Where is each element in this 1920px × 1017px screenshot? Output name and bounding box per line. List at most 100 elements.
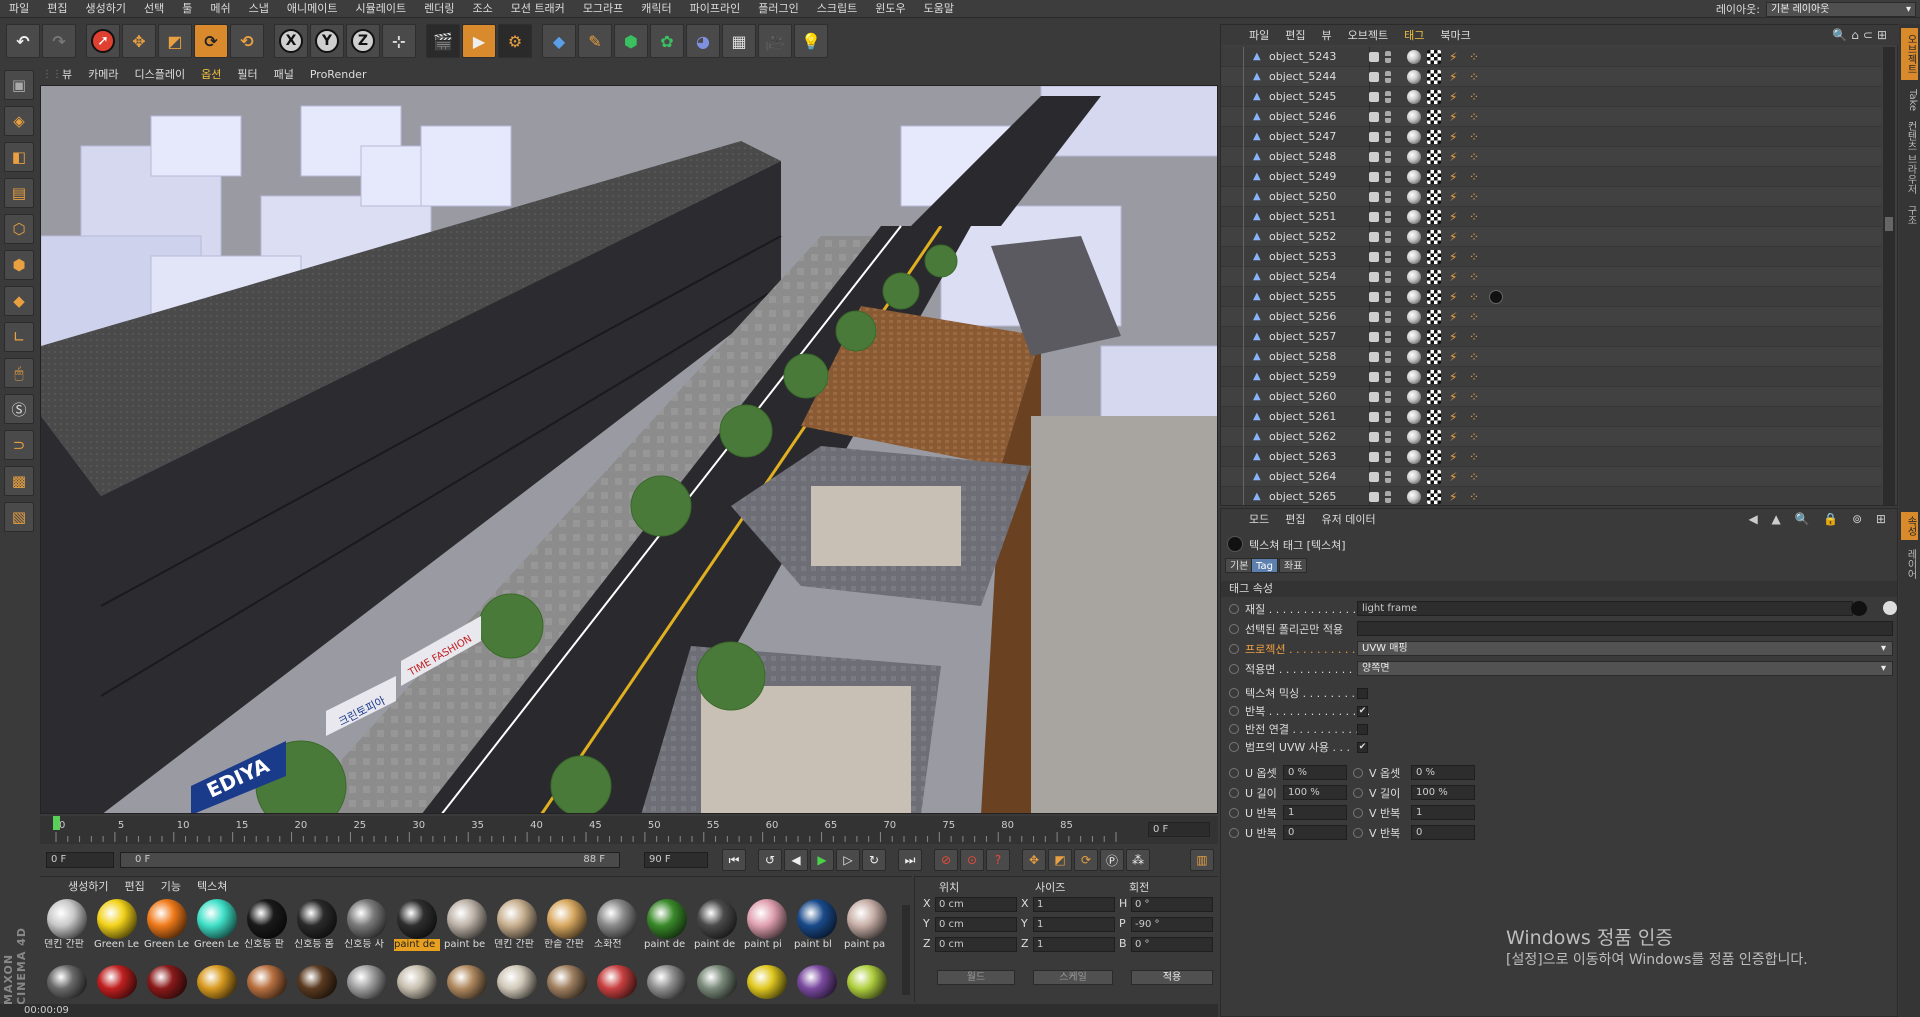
material-swatch[interactable] [744, 965, 790, 1001]
attribute-subtab[interactable]: 좌표 [1279, 558, 1308, 573]
viewport-menu-item[interactable]: 필터 [229, 66, 265, 82]
menu-item[interactable]: 선택 [135, 0, 173, 18]
visibility-dots-icon[interactable] [1385, 271, 1391, 283]
uvw-tag-icon[interactable] [1427, 110, 1441, 124]
v-tile-field[interactable]: 1 [1411, 805, 1475, 820]
object-row[interactable]: ▲ object_5262 ⚡ ⁘ [1221, 427, 1881, 447]
seamless-checkbox[interactable] [1357, 724, 1368, 735]
visibility-dots-icon[interactable] [1385, 71, 1391, 83]
material-swatch[interactable]: paint pa [844, 899, 890, 955]
timeline[interactable]: 0 5 10 15 20 25 30 35 40 45 50 55 60 65 70 75 80 85 0 F [40, 816, 1218, 844]
menu-item[interactable]: 툴 [173, 0, 201, 18]
material-swatch[interactable]: Green Le [94, 899, 140, 955]
material-swatch[interactable] [694, 965, 740, 1001]
xpresso-tag-icon[interactable]: ⁘ [1469, 290, 1483, 304]
object-menu-item[interactable]: 편집 [1277, 27, 1313, 43]
object-menu-item[interactable]: 오브젝트 [1340, 27, 1396, 43]
object-row[interactable]: ▲ object_5244 ⚡ ⁘ [1221, 67, 1881, 87]
axis-mode-button[interactable]: ∟ [4, 322, 34, 352]
material-tag-icon[interactable] [1407, 210, 1421, 224]
material-swatch[interactable]: paint de [644, 899, 690, 955]
material-swatch[interactable] [794, 965, 840, 1001]
visibility-dots-icon[interactable] [1385, 371, 1391, 383]
material-tag-icon[interactable] [1407, 370, 1421, 384]
menu-item[interactable]: 시뮬레이트 [346, 0, 415, 18]
object-row[interactable]: ▲ object_5263 ⚡ ⁘ [1221, 447, 1881, 467]
xpresso-tag-icon[interactable]: ⁘ [1469, 230, 1483, 244]
make-editable-button[interactable]: ▣ [4, 70, 34, 100]
range-slider[interactable]: 0 F 88 F [120, 852, 620, 868]
key-rotation-button[interactable]: ⟳ [1074, 849, 1098, 871]
visibility-dots-icon[interactable] [1385, 231, 1391, 243]
cube-primitive-button[interactable]: ◆ [542, 24, 576, 58]
phong-tag-icon[interactable]: ⚡ [1449, 190, 1463, 204]
viewport-menu-item[interactable]: 옵션 [193, 66, 229, 82]
uvw-tag-icon[interactable] [1427, 70, 1441, 84]
material-pick-icon[interactable] [1883, 601, 1897, 615]
material-swatch[interactable] [194, 965, 240, 1001]
uvw-tag-icon[interactable] [1427, 310, 1441, 324]
layer-checkbox-icon[interactable] [1369, 52, 1379, 62]
material-swatch[interactable]: Green Le [194, 899, 240, 955]
axis-x-lock-button[interactable]: X [274, 24, 308, 58]
object-row[interactable]: ▲ object_5261 ⚡ ⁘ [1221, 407, 1881, 427]
material-tag-icon[interactable] [1407, 250, 1421, 264]
material-swatch[interactable]: paint be [444, 899, 490, 955]
xpresso-tag-icon[interactable]: ⁘ [1469, 250, 1483, 264]
v-length-field[interactable]: 100 % [1411, 785, 1475, 800]
axis-y-lock-button[interactable]: Y [310, 24, 344, 58]
viewport-menu-item[interactable]: 카메라 [80, 66, 126, 82]
render-picture-viewer-button[interactable]: ▶ [462, 24, 496, 58]
seamless-anim-dot[interactable] [1229, 724, 1239, 734]
material-swatch[interactable] [444, 965, 490, 1001]
object-row[interactable]: ▲ object_5265 ⚡ ⁘ [1221, 487, 1881, 505]
xpresso-tag-icon[interactable]: ⁘ [1469, 330, 1483, 344]
object-menu-item[interactable]: 태그 [1396, 27, 1432, 43]
selection-anim-dot[interactable] [1229, 624, 1239, 634]
xpresso-tag-icon[interactable]: ⁘ [1469, 130, 1483, 144]
visibility-dots-icon[interactable] [1385, 411, 1391, 423]
cloner-button[interactable]: ✿ [650, 24, 684, 58]
visibility-dots-icon[interactable] [1385, 351, 1391, 363]
projection-anim-dot[interactable] [1229, 644, 1239, 654]
mix-checkbox[interactable] [1357, 688, 1368, 699]
uvw-tag-icon[interactable] [1427, 230, 1441, 244]
material-tag-icon[interactable] [1407, 410, 1421, 424]
v-repeat-anim-dot[interactable] [1353, 828, 1363, 838]
goto-start-button[interactable]: ⏮ [722, 849, 746, 871]
goto-end-button[interactable]: ⏭ [898, 849, 922, 871]
material-swatch[interactable]: paint de [694, 899, 740, 955]
material-tag-icon[interactable] [1407, 310, 1421, 324]
material-swatch[interactable] [594, 965, 640, 1001]
play-button[interactable]: ▶ [810, 849, 834, 871]
material-scrollbar[interactable] [902, 905, 910, 995]
timeline-ruler[interactable]: 0 5 10 15 20 25 30 35 40 45 50 55 60 65 70 75 80 85 [48, 816, 1138, 844]
object-row[interactable]: ▲ object_5250 ⚡ ⁘ [1221, 187, 1881, 207]
tweak-mode-button[interactable]: 🖱 [4, 358, 34, 388]
grid-snap-button[interactable]: ▧ [4, 502, 34, 532]
phong-tag-icon[interactable]: ⚡ [1449, 490, 1463, 504]
keyframe-selection-button[interactable]: ? [986, 849, 1010, 871]
layer-checkbox-icon[interactable] [1369, 372, 1379, 382]
material-swatch[interactable] [544, 965, 590, 1001]
prev-frame-button[interactable]: ◀ [784, 849, 808, 871]
layer-checkbox-icon[interactable] [1369, 272, 1379, 282]
xpresso-tag-icon[interactable]: ⁘ [1469, 190, 1483, 204]
object-scrollbar[interactable] [1883, 47, 1895, 505]
selection-field[interactable] [1357, 621, 1893, 636]
phong-tag-icon[interactable]: ⚡ [1449, 130, 1463, 144]
menu-item[interactable]: 스냅 [240, 0, 278, 18]
material-swatch[interactable] [44, 965, 90, 1001]
visibility-dots-icon[interactable] [1385, 191, 1391, 203]
xpresso-tag-icon[interactable]: ⁘ [1469, 490, 1483, 504]
material-swatch[interactable]: 소화전 [594, 899, 640, 955]
material-swatch[interactable] [494, 965, 540, 1001]
material-swatch[interactable] [644, 965, 690, 1001]
menu-item[interactable]: 렌더링 [415, 0, 463, 18]
material-swatch[interactable] [294, 965, 340, 1001]
subdivision-button[interactable]: ⬢ [614, 24, 648, 58]
object-row[interactable]: ▲ object_5249 ⚡ ⁘ [1221, 167, 1881, 187]
deformer-button[interactable]: ◕ [686, 24, 720, 58]
viewport-menu-item[interactable]: 패널 [266, 66, 302, 82]
next-frame-button[interactable]: ▷ [836, 849, 860, 871]
